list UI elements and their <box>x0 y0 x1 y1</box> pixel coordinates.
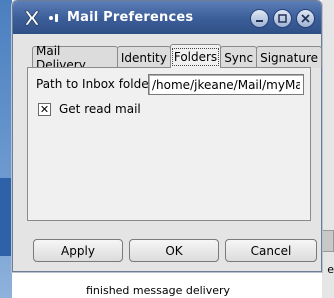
window-title: Mail Preferences <box>67 10 194 25</box>
mail-preferences-window: Mail Preferences Mail Delivery Identity … <box>12 0 322 272</box>
inbox-path-input[interactable] <box>148 74 304 95</box>
get-read-mail-checkbox[interactable]: ✕ <box>38 103 51 116</box>
tab-label: Folders <box>171 47 220 66</box>
desktop-panel-strip <box>0 178 12 256</box>
tab-identity[interactable]: Identity <box>116 46 171 68</box>
tab-label: Signature <box>260 50 318 65</box>
inbox-path-label: Path to Inbox folder: <box>36 77 158 91</box>
underlying-status-text: finished message delivery <box>86 284 231 297</box>
underlying-window-edge <box>322 0 334 298</box>
tab-label: Identity <box>120 50 167 65</box>
get-read-mail-label[interactable]: Get read mail <box>59 102 141 116</box>
tab-signature[interactable]: Signature <box>256 46 322 68</box>
window-menu-icon[interactable] <box>47 11 61 25</box>
tab-mail-delivery[interactable]: Mail Delivery <box>32 44 118 72</box>
preferences-tabs: Mail Delivery Identity Folders Sync Sign… <box>32 44 322 72</box>
tab-folders[interactable]: Folders <box>169 44 222 68</box>
minimize-icon[interactable] <box>250 9 269 28</box>
title-bar[interactable]: Mail Preferences <box>13 1 321 34</box>
maximize-icon[interactable] <box>273 9 292 28</box>
underlying-scrollbar[interactable] <box>322 230 334 252</box>
tab-sync[interactable]: Sync <box>220 46 258 68</box>
underlying-text-fragment: e <box>327 263 334 276</box>
cancel-button[interactable]: Cancel <box>225 239 317 262</box>
ok-button[interactable]: OK <box>129 239 219 262</box>
apply-button[interactable]: Apply <box>33 239 123 262</box>
close-icon[interactable] <box>296 9 315 28</box>
x-logo-icon[interactable] <box>21 7 43 29</box>
folders-panel: Path to Inbox folder: ✕ Get read mail <box>27 67 311 221</box>
tab-label: Sync <box>224 50 254 65</box>
